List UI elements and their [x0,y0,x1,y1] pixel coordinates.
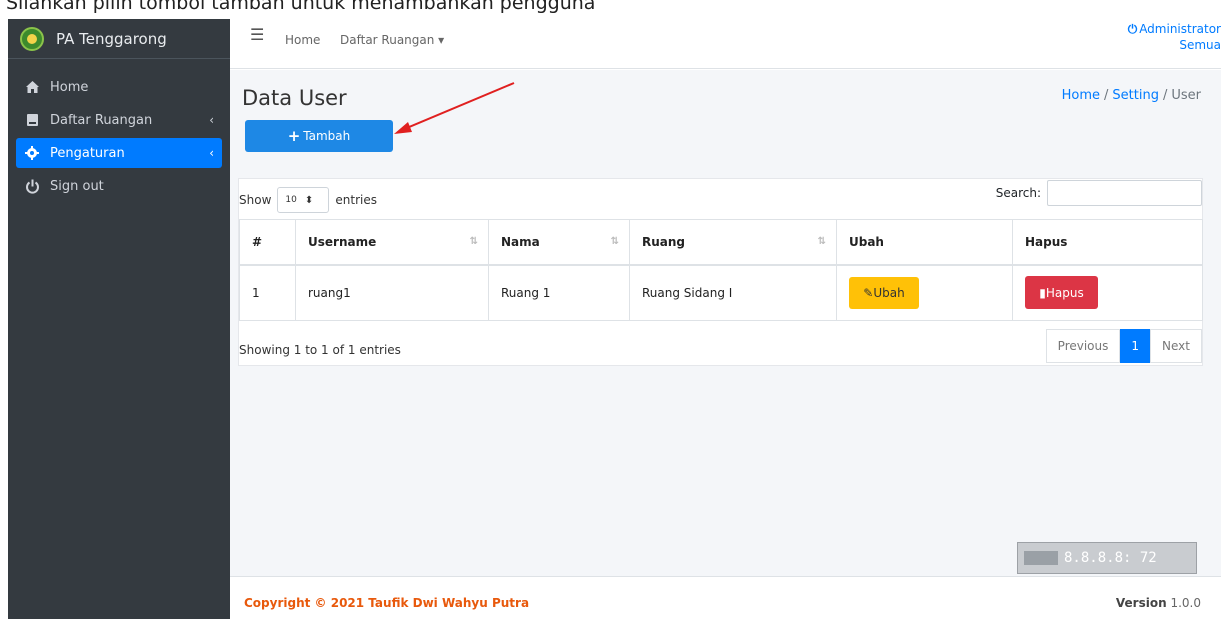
power-icon [24,178,40,194]
cell-nama: Ruang 1 [488,264,630,321]
brand-name: PA Tenggarong [56,29,167,48]
breadcrumb-home[interactable]: Home [1062,88,1100,103]
sidebar-nav: Home Daftar Ruangan ‹ Pengaturan ‹ Sign … [8,59,230,201]
copyright: Copyright © 2021 Taufik Dwi Wahyu Putra [244,596,530,610]
sort-icon: ⇅ [817,236,826,247]
chevron-left-icon: ‹ [209,113,214,127]
hamburger-menu-icon[interactable]: ☰ [250,25,264,45]
pagination-next[interactable]: Next [1150,329,1202,363]
annotation-arrow [394,82,515,134]
add-user-button[interactable]: + Tambah [245,120,393,152]
ip-overlay: 8.8.8.8: 72 [1017,542,1197,574]
power-icon: ⏻ [1127,22,1138,36]
sidebar-item-label: Sign out [50,178,104,194]
sort-icon: ⇅ [469,236,478,247]
ip-overlay-tag [1024,551,1058,565]
user-role: Semua [1179,38,1221,52]
users-table: # Username ⇅ Nama ⇅ Ruang ⇅ Ubah Hapus 1 ru… [239,219,1203,321]
topnav-rooms-dropdown[interactable]: Daftar Ruangan ▾ [340,33,444,47]
entries-select[interactable]: 10 ⬍ [277,187,330,213]
column-header-username[interactable]: Username ⇅ [295,219,489,266]
user-name: Administrator [1139,22,1221,36]
edit-icon: ✎ [863,285,874,300]
sort-icon: ⇅ [610,236,619,247]
select-arrows-icon: ⬍ [304,194,314,206]
sidebar-item-home[interactable]: Home [16,72,222,102]
sidebar-item-label: Home [50,79,89,95]
breadcrumb-current: User [1171,88,1201,103]
users-table-card: Show 10 ⬍ entries Search: # Username ⇅ Nam… [238,178,1203,366]
sidebar: PA Tenggarong Home Daftar Ruangan ‹ Peng… [8,19,230,619]
sidebar-item-daftar-ruangan[interactable]: Daftar Ruangan ‹ [16,105,222,135]
entries-length: Show 10 ⬍ entries [239,187,377,213]
table-row: 1 ruang1 Ruang 1 Ruang Sidang I ✎ Ubah ▮ H… [239,264,1203,321]
book-icon [24,112,40,128]
column-header-number[interactable]: # [239,219,296,266]
delete-button[interactable]: ▮ Hapus [1025,276,1098,310]
column-header-ruang[interactable]: Ruang ⇅ [629,219,837,266]
edit-button[interactable]: ✎ Ubah [849,276,919,309]
pagination-previous[interactable]: Previous [1045,329,1121,363]
breadcrumb: Home / Setting / User [1061,88,1201,103]
home-icon [24,79,40,95]
sidebar-item-label: Pengaturan [50,145,125,161]
table-search: Search: [996,180,1202,206]
version: Version 1.0.0 [1115,596,1201,610]
trash-icon: ▮ [1039,285,1046,300]
column-header-nama[interactable]: Nama ⇅ [488,219,630,266]
cell-number: 1 [239,264,296,321]
search-input[interactable] [1047,180,1202,206]
sidebar-item-label: Daftar Ruangan [50,112,153,128]
table-info: Showing 1 to 1 of 1 entries [239,343,401,357]
brand-logo [20,26,44,51]
footer: Copyright © 2021 Taufik Dwi Wahyu Putra … [230,576,1221,619]
chevron-left-icon: ‹ [209,146,214,160]
topnav-home-link[interactable]: Home [285,33,320,47]
sidebar-item-pengaturan[interactable]: Pengaturan ‹ [16,138,222,168]
plus-icon: + [287,127,301,145]
column-header-ubah: Ubah [836,219,1013,266]
pagination-page-1[interactable]: 1 [1120,329,1151,363]
page-title: Data User [242,86,347,110]
cell-ruang: Ruang Sidang I [629,264,837,321]
brand[interactable]: PA Tenggarong [8,19,230,59]
sidebar-item-sign-out[interactable]: Sign out [16,171,222,201]
cell-username: ruang1 [295,264,489,321]
user-menu[interactable]: ⏻ Administrator Semua [1128,21,1221,53]
column-header-hapus: Hapus [1012,219,1203,266]
gear-icon [24,145,40,161]
main-content: Data User Home / Setting / User + Tambah Show… [230,70,1221,576]
pagination: Previous 1 Next [1045,329,1202,363]
breadcrumb-setting[interactable]: Setting [1112,88,1159,103]
top-navbar: ☰ Home Daftar Ruangan ▾ ⏻ Administrator S… [230,19,1221,69]
